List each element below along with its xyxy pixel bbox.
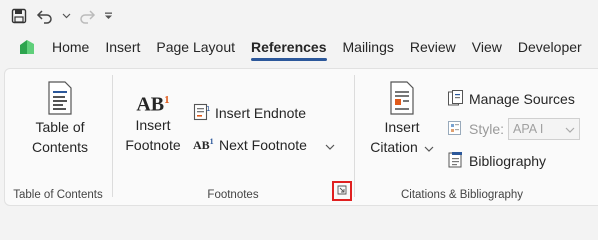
bibliography-icon (447, 151, 465, 172)
next-footnote-icon: AB1 (193, 137, 214, 152)
tab-developer[interactable]: Developer (510, 32, 590, 62)
svg-text:1: 1 (206, 105, 210, 113)
tab-view[interactable]: View (464, 32, 510, 62)
insert-footnote-button[interactable]: AB1 Insert Footnote (121, 87, 185, 155)
save-icon[interactable] (8, 5, 30, 27)
tab-mailings[interactable]: Mailings (335, 32, 402, 62)
insert-footnote-label-1: Insert (135, 117, 171, 133)
ribbon-tabs: Home Insert Page Layout References Maili… (0, 32, 598, 62)
app-logo-icon (10, 32, 44, 62)
customize-icon[interactable] (102, 5, 114, 27)
insert-citation-label-2: Citation (370, 139, 418, 155)
table-of-contents-label-1: Table of (35, 119, 85, 135)
redo-icon (76, 5, 98, 27)
tab-home[interactable]: Home (44, 32, 97, 62)
style-icon (447, 119, 465, 140)
chevron-down-icon (424, 137, 434, 157)
tab-insert[interactable]: Insert (97, 32, 148, 62)
style-selector: Style: APA I (447, 117, 581, 141)
insert-citation-icon (388, 81, 416, 117)
table-of-contents-label-2: Contents (31, 139, 89, 155)
manage-sources-label: Manage Sources (469, 91, 575, 107)
insert-footnote-icon: AB1 (136, 93, 170, 116)
next-footnote-button[interactable]: AB1 Next Footnote (193, 133, 335, 157)
undo-dropdown-icon[interactable] (60, 5, 72, 27)
quick-access-toolbar (8, 4, 114, 28)
bibliography-button[interactable]: Bibliography (447, 149, 546, 173)
tab-page-layout[interactable]: Page Layout (148, 32, 243, 62)
footnotes-dialog-launcher[interactable] (332, 181, 352, 201)
insert-endnote-icon: 1 (193, 103, 211, 124)
insert-citation-label-row: Citation (370, 137, 434, 157)
group-label-footnotes: Footnotes (207, 189, 259, 201)
insert-citation-button[interactable]: Insert Citation (361, 81, 443, 157)
next-footnote-label: Next Footnote (219, 137, 307, 153)
dialog-launcher-icon (337, 182, 347, 200)
table-of-contents-icon (47, 81, 73, 117)
manage-sources-button[interactable]: Manage Sources (447, 87, 575, 111)
insert-endnote-label: Insert Endnote (215, 105, 307, 121)
group-label-table-of-contents: Table of Contents (13, 189, 103, 201)
insert-citation-label-1: Insert (384, 119, 420, 135)
group-citations-bibliography: Insert Citation Manage Sources Style: AP… (355, 69, 595, 207)
chevron-down-icon (565, 122, 575, 136)
tab-references[interactable]: References (243, 32, 335, 62)
manage-sources-icon (447, 89, 465, 110)
group-footnotes: AB1 Insert Footnote 1 Insert Endnote AB1… (113, 69, 353, 207)
bibliography-label: Bibliography (469, 153, 547, 169)
style-dropdown: APA I (508, 118, 581, 140)
group-label-citations-bibliography: Citations & Bibliography (400, 189, 524, 201)
chevron-down-icon[interactable] (325, 137, 335, 153)
style-label: Style: (469, 121, 505, 137)
insert-endnote-button[interactable]: 1 Insert Endnote (193, 101, 306, 125)
group-table-of-contents: Table of Contents Table of Contents (5, 69, 111, 207)
style-dropdown-value: APA I (513, 122, 544, 136)
tab-review[interactable]: Review (402, 32, 464, 62)
ribbon-panel: Table of Contents Table of Contents AB1 … (4, 68, 598, 206)
undo-icon[interactable] (34, 5, 56, 27)
insert-footnote-label-2: Footnote (125, 137, 181, 153)
table-of-contents-button[interactable]: Table of Contents (21, 81, 99, 157)
